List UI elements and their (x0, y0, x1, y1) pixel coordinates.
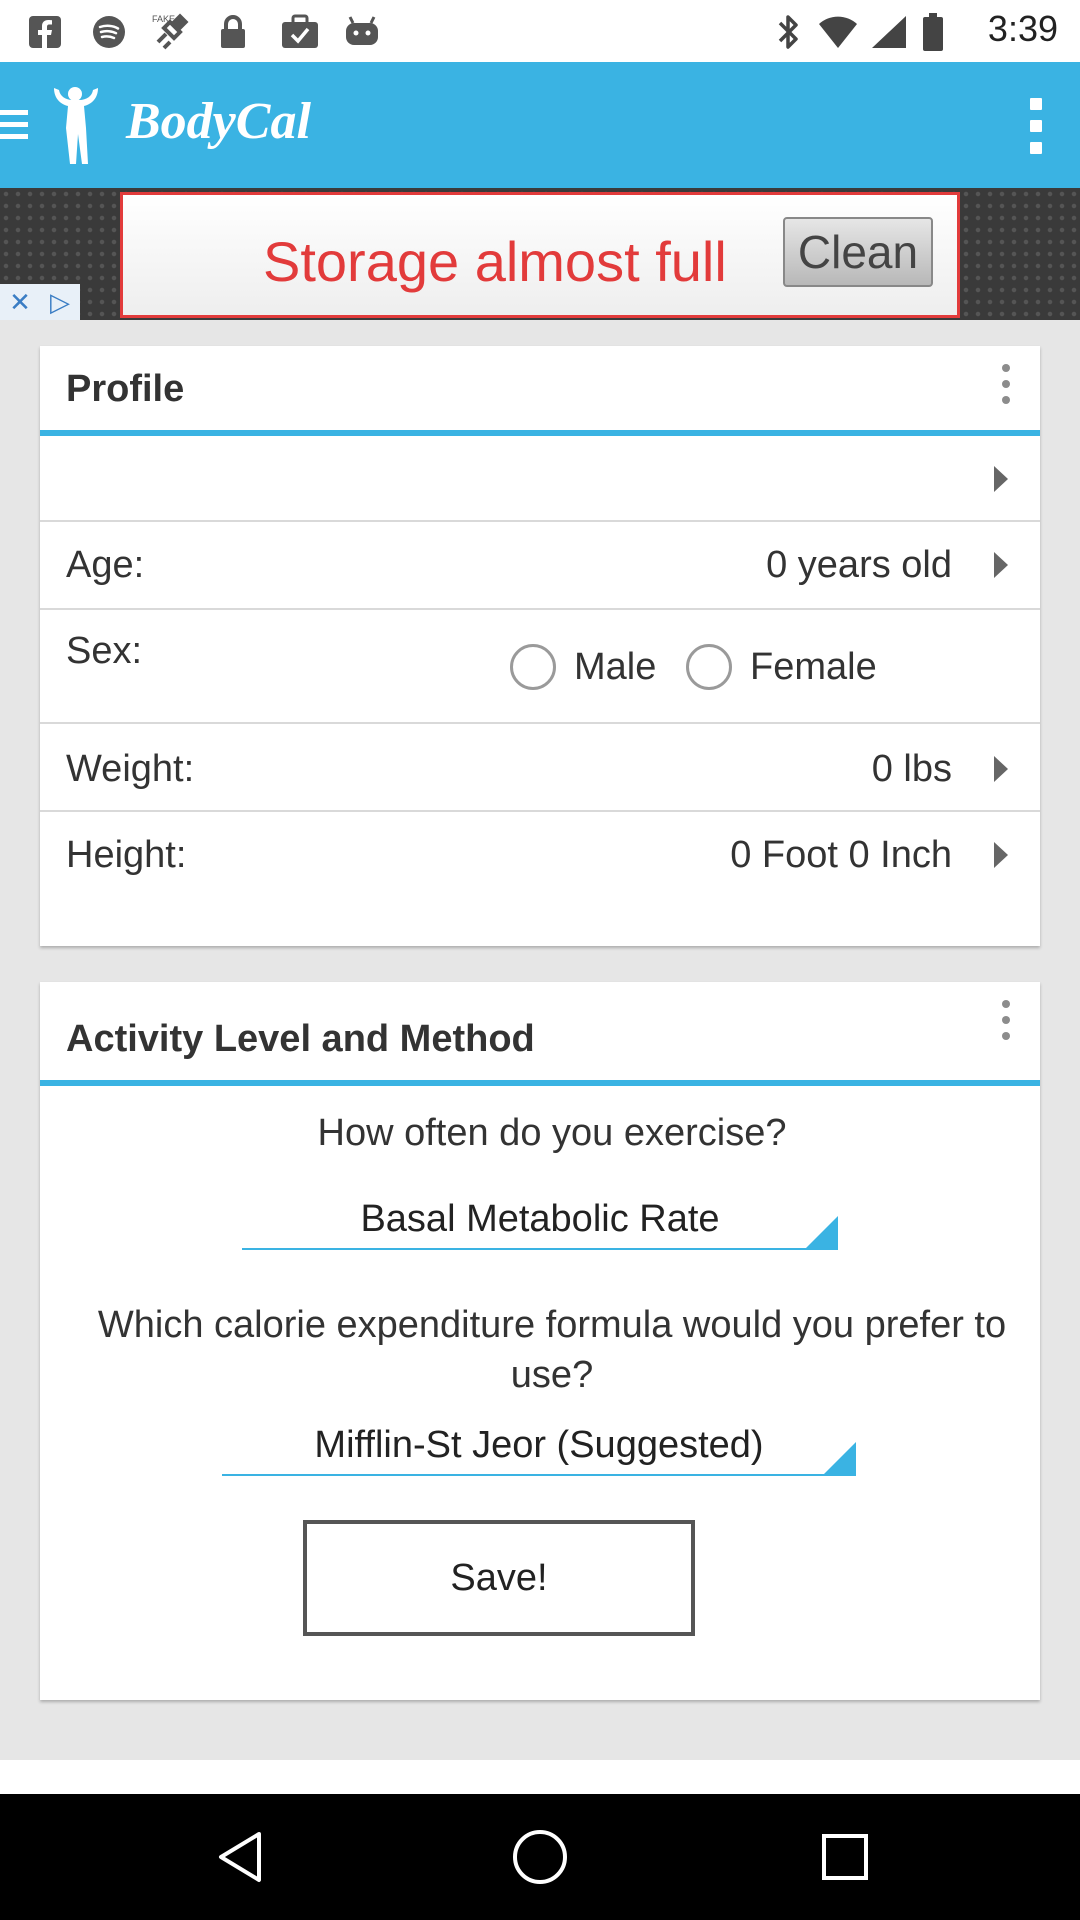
hamburger-icon[interactable] (0, 108, 28, 142)
content-area: Profile Age: 0 years old Sex: Male Femal… (0, 320, 1080, 1760)
exercise-selected: Basal Metabolic Rate (360, 1198, 720, 1240)
cell-signal-icon (870, 14, 908, 50)
activity-title: Activity Level and Method (66, 1018, 535, 1060)
profile-card: Profile Age: 0 years old Sex: Male Femal… (40, 346, 1040, 946)
chevron-right-icon (994, 842, 1008, 868)
profile-name-row[interactable] (40, 436, 1040, 522)
spotify-icon (92, 14, 126, 50)
fake-gps-icon: FAKE (150, 13, 190, 50)
lock-icon (218, 14, 248, 50)
radio-circle-icon[interactable] (510, 644, 556, 690)
weight-label: Weight: (66, 748, 195, 790)
sex-female-label: Female (750, 645, 877, 688)
facebook-icon (28, 14, 62, 50)
dropdown-triangle-icon (824, 1442, 856, 1474)
profile-menu-icon[interactable] (996, 364, 1016, 404)
bodybuilder-icon[interactable] (50, 84, 100, 168)
sex-male-radio[interactable]: Male (510, 644, 656, 690)
wifi-signal-icon (818, 14, 858, 50)
exercise-spinner[interactable]: Basal Metabolic Rate (242, 1198, 838, 1250)
formula-question: Which calorie expenditure formula would … (97, 1304, 1007, 1396)
ad-text: Storage almost full (263, 230, 727, 293)
sex-female-radio[interactable]: Female (686, 644, 877, 690)
navigation-bar (0, 1794, 1080, 1920)
sex-male-label: Male (574, 645, 657, 688)
exercise-question: How often do you exercise? (317, 1112, 787, 1154)
status-bar: FAKE 3:39 (0, 0, 1080, 62)
age-label: Age: (66, 544, 145, 586)
weight-value: 0 lbs (871, 748, 952, 790)
android-icon (344, 14, 380, 50)
home-icon[interactable] (510, 1827, 570, 1887)
age-row[interactable]: Age: 0 years old (40, 522, 1040, 610)
sex-row: Sex: Male Female (40, 610, 1040, 724)
height-label: Height: (66, 834, 187, 876)
profile-title: Profile (66, 368, 185, 410)
sex-label: Sex: (66, 630, 143, 672)
close-icon[interactable]: ✕ (0, 284, 40, 320)
bluetooth-icon (776, 14, 802, 50)
save-button[interactable]: Save! (303, 1520, 695, 1636)
formula-selected: Mifflin-St Jeor (Suggested) (314, 1424, 764, 1466)
chevron-right-icon (994, 466, 1008, 492)
recents-icon[interactable] (815, 1827, 875, 1887)
chevron-right-icon (994, 756, 1008, 782)
chevron-right-icon (994, 552, 1008, 578)
ad-choices-icon[interactable]: ▷ (40, 284, 80, 320)
more-vert-icon[interactable] (1026, 98, 1046, 154)
dropdown-triangle-icon (806, 1216, 838, 1248)
radio-circle-icon[interactable] (686, 644, 732, 690)
height-row[interactable]: Height: 0 Foot 0 Inch (40, 812, 1040, 898)
weight-row[interactable]: Weight: 0 lbs (40, 724, 1040, 812)
age-value: 0 years old (766, 544, 952, 586)
svg-text:FAKE: FAKE (152, 14, 175, 24)
formula-spinner[interactable]: Mifflin-St Jeor (Suggested) (222, 1424, 856, 1476)
ad-clean-button[interactable]: Clean (783, 217, 933, 287)
height-value: 0 Foot 0 Inch (730, 834, 952, 876)
status-time: 3:39 (987, 8, 1058, 49)
app-bar: BodyCal (0, 62, 1080, 188)
ad-content[interactable]: Storage almost full Clean (120, 192, 960, 318)
briefcase-check-icon (280, 14, 320, 50)
battery-icon (922, 13, 944, 51)
activity-menu-icon[interactable] (996, 1000, 1016, 1040)
bottom-strip (0, 1760, 1080, 1794)
activity-divider (40, 1080, 1040, 1086)
back-icon[interactable] (210, 1827, 270, 1887)
ad-banner[interactable]: Storage almost full Clean (0, 188, 1080, 320)
ad-controls: ✕ ▷ (0, 284, 80, 320)
app-title: BodyCal (126, 93, 311, 150)
